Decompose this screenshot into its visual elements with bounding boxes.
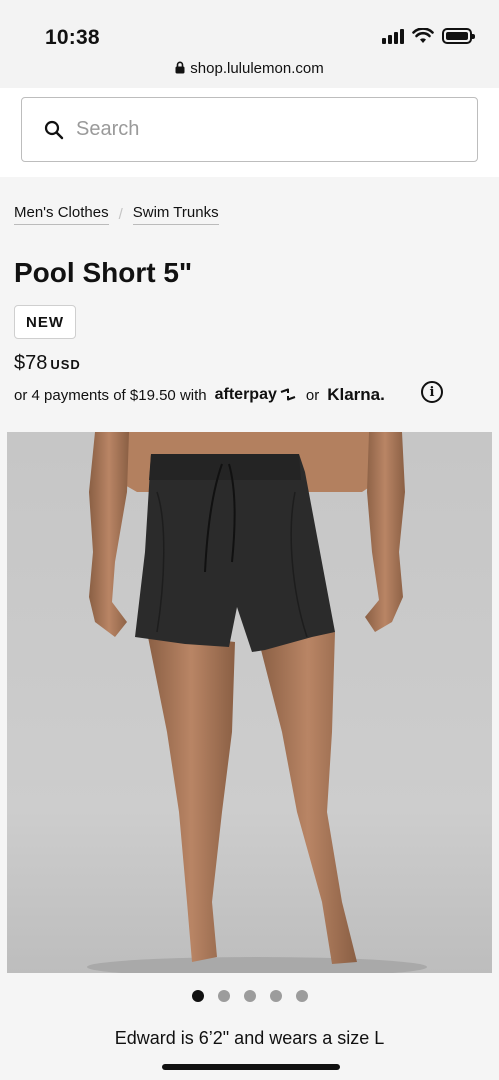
carousel-dots [0,990,499,1002]
search-area [0,88,499,177]
status-icons [382,28,475,44]
search-input[interactable] [76,118,436,141]
wifi-icon [412,28,434,43]
search-icon [44,120,64,139]
model-caption: Edward is 6’2" and wears a size L [114,1028,385,1048]
carousel-dot-3[interactable] [243,990,256,1002]
new-badge: NEW [14,305,76,339]
status-bar: 10:38 shop.lululemon.com [0,0,499,88]
url-bar[interactable]: shop.lululemon.com [0,60,499,77]
product-image[interactable] [7,432,492,973]
carousel-dot-2[interactable] [217,990,230,1002]
carousel-dot-5[interactable] [295,990,308,1002]
breadcrumb-swim-trunks[interactable]: Swim Trunks [132,204,219,225]
afterpay-arrows-icon [280,388,296,401]
product-price: $78 USD [14,352,81,375]
carousel-dot-1[interactable] [191,990,204,1002]
installment-info: or 4 payments of $19.50 with afterpay or… [14,385,385,405]
breadcrumb-separator: / [118,206,123,223]
battery-icon [442,28,475,44]
product-photo-shorts [7,432,492,973]
url-text: shop.lululemon.com [190,60,324,77]
breadcrumb-mens-clothes[interactable]: Men's Clothes [14,204,109,225]
breadcrumb: Men's Clothes / Swim Trunks [14,204,219,225]
status-time: 10:38 [45,26,100,49]
klarna-logo[interactable]: Klarna. [327,385,385,405]
home-indicator[interactable] [162,1064,340,1070]
product-title: Pool Short 5" [14,257,193,288]
price-currency: USD [50,357,81,372]
lock-icon [175,61,185,74]
info-icon[interactable]: i [421,381,443,403]
afterpay-logo[interactable]: afterpay [215,386,298,404]
carousel-dot-4[interactable] [269,990,282,1002]
price-amount: $78 [14,352,48,374]
signal-icon [382,28,404,44]
afterpay-label: afterpay [214,386,277,403]
search-box[interactable] [21,97,478,162]
installment-text: or 4 payments of $19.50 with [14,386,207,404]
or-text: or [305,386,320,404]
